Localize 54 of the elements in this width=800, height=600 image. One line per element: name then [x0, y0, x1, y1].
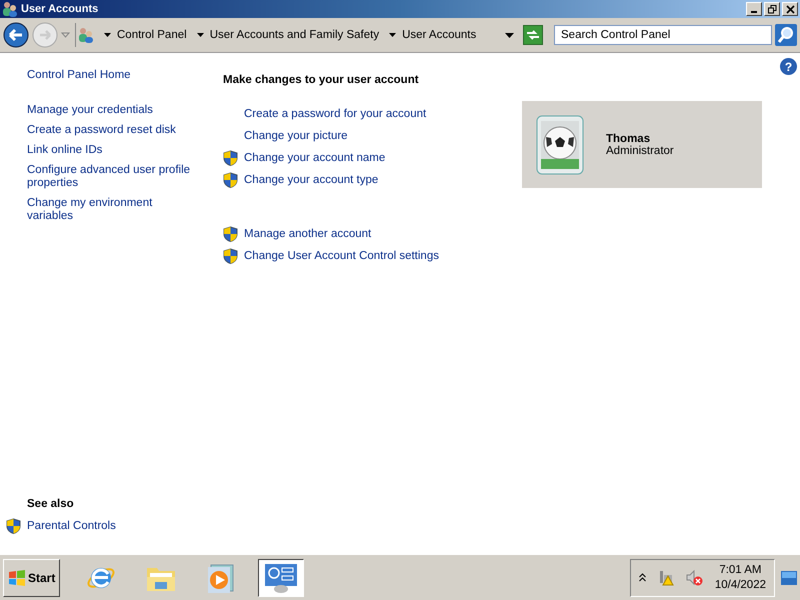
- sidebar-link[interactable]: Create a password reset disk: [27, 124, 195, 137]
- task-link[interactable]: Change your account name: [244, 152, 386, 164]
- see-also-link[interactable]: Parental Controls: [27, 520, 116, 532]
- minimize-button[interactable]: [746, 2, 762, 16]
- soccer-ball-avatar-icon: [536, 114, 584, 174]
- windows-logo-icon: [8, 570, 26, 586]
- sidebar-link[interactable]: Configure advanced user profile properties: [27, 164, 195, 190]
- caret-icon[interactable]: [389, 33, 396, 37]
- minimize-icon: [751, 11, 757, 13]
- help-button[interactable]: ?: [780, 58, 797, 75]
- shield-icon: [223, 172, 238, 188]
- task-link[interactable]: Change User Account Control settings: [244, 250, 439, 262]
- back-button[interactable]: [3, 22, 29, 48]
- restore-button[interactable]: [764, 2, 780, 16]
- window-title: User Accounts: [21, 3, 98, 15]
- sidebar-link[interactable]: Change my environment variables: [27, 197, 195, 223]
- user-role: Administrator: [606, 144, 674, 156]
- control-panel-taskbar-button[interactable]: [258, 558, 304, 596]
- close-icon: [786, 4, 794, 14]
- shield-icon: [6, 518, 21, 534]
- task-link[interactable]: Manage another account: [244, 228, 372, 240]
- shield-icon: [223, 248, 238, 264]
- time: 7:01 AM: [719, 562, 762, 578]
- start-button[interactable]: Start: [3, 558, 60, 596]
- close-button[interactable]: [782, 2, 798, 16]
- caret-icon[interactable]: [104, 33, 111, 37]
- task-link[interactable]: Create a password for your account: [244, 108, 426, 120]
- users-icon: [78, 27, 94, 43]
- monitor-icon: [264, 562, 298, 594]
- breadcrumb[interactable]: User Accounts and Family Safety: [210, 29, 380, 41]
- task-link[interactable]: Change your picture: [244, 130, 348, 142]
- sidebar-link[interactable]: Control Panel Home: [27, 69, 195, 82]
- see-also-heading: See also: [27, 498, 75, 510]
- sidebar-link[interactable]: Link online IDs: [27, 144, 195, 157]
- date: 10/4/2022: [714, 578, 766, 592]
- chevron-up-icon[interactable]: [638, 573, 646, 582]
- search-field[interactable]: Search Control Panel: [554, 25, 772, 45]
- show-desktop-icon[interactable]: [781, 570, 797, 584]
- shield-icon: [223, 226, 238, 242]
- shield-icon: [223, 150, 238, 166]
- dropdown-caret-icon[interactable]: [505, 32, 514, 38]
- search-button[interactable]: [775, 24, 797, 46]
- restore-icon: [768, 4, 776, 14]
- task-link[interactable]: Change your account type: [244, 174, 378, 186]
- clock[interactable]: 7:01 AM 10/4/2022: [714, 562, 766, 592]
- muted-speaker-icon[interactable]: [686, 570, 703, 586]
- sidebar-link[interactable]: Manage your credentials: [27, 104, 195, 117]
- users-icon: [2, 1, 18, 17]
- refresh-button[interactable]: [523, 25, 543, 45]
- user-name: Thomas: [606, 132, 652, 144]
- caret-icon[interactable]: [196, 33, 204, 37]
- breadcrumb[interactable]: Control Panel: [117, 29, 187, 41]
- breadcrumb[interactable]: User Accounts: [402, 29, 476, 41]
- section-heading: Make changes to your user account: [223, 74, 420, 86]
